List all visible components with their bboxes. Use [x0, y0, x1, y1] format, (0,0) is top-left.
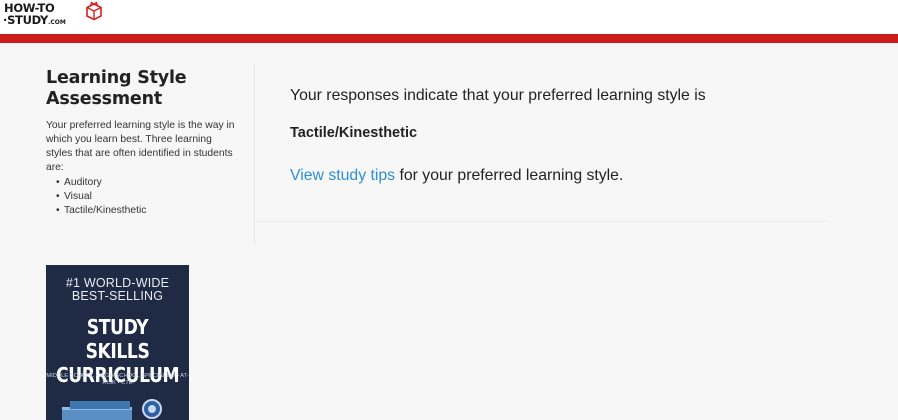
list-item-visual: Visual — [46, 190, 256, 204]
curriculum-ad-banner[interactable]: #1 WORLD-WIDE BEST-SELLING STUDY SKILLS … — [46, 265, 189, 420]
ad-subline: MIDDLE SCHOOL • HIGH SCHOOL SPECIAL ED •… — [46, 373, 189, 386]
site-header: HOW-TO ·STUDY.COM — [0, 0, 898, 34]
site-logo[interactable]: HOW-TO ·STUDY.COM — [3, 1, 113, 31]
sidebar-description: Your preferred learning style is the way… — [46, 120, 235, 173]
header-accent-bar — [0, 34, 898, 43]
study-tips-rest: for your preferred learning style. — [395, 167, 624, 184]
logo-word: STUDY — [7, 13, 49, 27]
study-tips-sentence: View study tips for your preferred learn… — [290, 166, 623, 186]
view-study-tips-link[interactable]: View study tips — [290, 167, 395, 184]
list-item-auditory: Auditory — [46, 176, 256, 190]
sidebar: Learning Style Assessment Your preferred… — [46, 68, 256, 218]
logo-text-bottom: ·STUDY.COM — [3, 13, 66, 27]
book-stack-icon — [62, 399, 162, 420]
results-divider — [256, 221, 828, 222]
logo-suffix: .COM — [48, 19, 66, 26]
learning-styles-list: Auditory Visual Tactile/Kinesthetic — [46, 176, 256, 218]
learning-style-result: Tactile/Kinesthetic — [290, 125, 418, 141]
sidebar-divider — [254, 64, 255, 244]
box-logo-icon — [86, 1, 102, 21]
sidebar-title: Learning Style Assessment — [46, 68, 187, 109]
results-intro: Your responses indicate that your prefer… — [290, 87, 706, 104]
list-item-tactile: Tactile/Kinesthetic — [46, 204, 256, 218]
ad-tagline: #1 WORLD-WIDE BEST-SELLING — [65, 276, 170, 303]
